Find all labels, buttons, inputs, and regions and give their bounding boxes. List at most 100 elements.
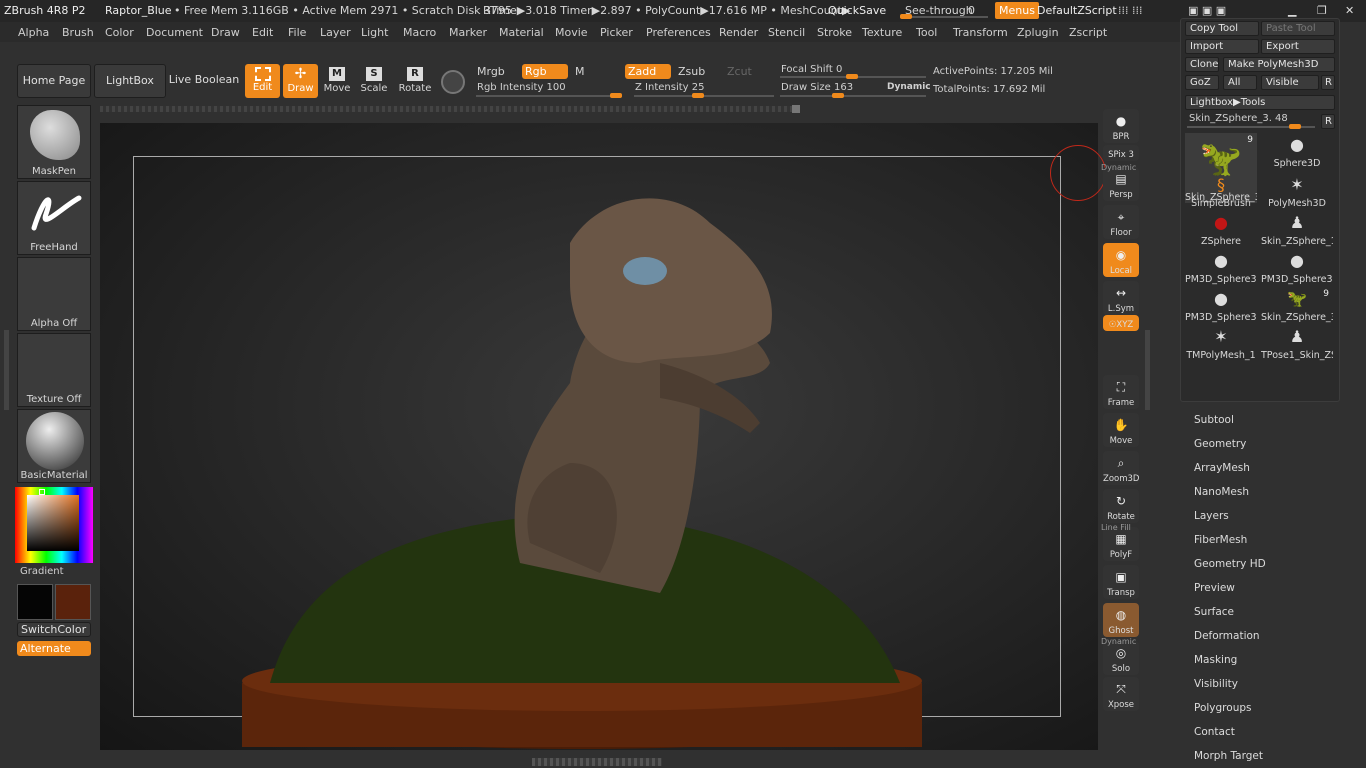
polyf-button[interactable]: ▦ PolyF (1103, 527, 1139, 561)
tool-item[interactable]: ● PM3D_Sphere3l (1185, 287, 1257, 323)
color-cursor[interactable] (39, 489, 45, 495)
tool-r-button[interactable]: R (1321, 114, 1335, 129)
focal-shift-label[interactable]: Focal Shift 0 (781, 64, 842, 75)
left-collapse-handle[interactable] (4, 330, 9, 410)
rotate-mode-button[interactable]: R Rotate (398, 64, 432, 98)
zsub-button[interactable]: Zsub (675, 64, 721, 79)
r-button[interactable]: R (1321, 75, 1335, 90)
frame-button[interactable]: ⛶ Frame (1103, 375, 1139, 409)
menu-render[interactable]: Render (719, 26, 758, 39)
rotate-view-button[interactable]: ↻ Rotate (1103, 489, 1139, 523)
draw-size-label[interactable]: Draw Size 163 (781, 82, 853, 93)
section-deformation[interactable]: Deformation (1194, 630, 1260, 642)
rgb-button[interactable]: Rgb (522, 64, 568, 79)
copy-tool-button[interactable]: Copy Tool (1185, 21, 1259, 36)
move-view-button[interactable]: ✋ Move (1103, 413, 1139, 447)
mrgb-button[interactable]: Mrgb (474, 64, 518, 79)
quicksave-button[interactable]: QuickSave (828, 4, 886, 17)
bpr-button[interactable]: ● BPR (1103, 109, 1139, 143)
zadd-button[interactable]: Zadd (625, 64, 671, 79)
make-polymesh-button[interactable]: Make PolyMesh3D (1223, 57, 1335, 72)
tool-item[interactable]: ● PM3D_Sphere3l (1261, 249, 1333, 285)
sphere-brush-icon[interactable] (441, 70, 465, 94)
linefill-label[interactable]: Line Fill (1101, 523, 1131, 532)
tool-item[interactable]: ✶ PolyMesh3D (1261, 173, 1333, 209)
secondary-color-swatch[interactable] (55, 584, 91, 620)
section-nanomesh[interactable]: NanoMesh (1194, 486, 1249, 498)
menu-texture[interactable]: Texture (862, 26, 902, 39)
all-button[interactable]: All (1223, 75, 1257, 90)
move-mode-button[interactable]: M Move (321, 64, 353, 98)
visible-button[interactable]: Visible (1261, 75, 1319, 90)
xyz-button[interactable]: ☉XYZ (1103, 315, 1139, 331)
section-preview[interactable]: Preview (1194, 582, 1235, 594)
current-tool-label[interactable]: Skin_ZSphere_3. 48 (1189, 113, 1288, 124)
tool-item[interactable]: ● Sphere3D (1261, 133, 1333, 169)
menu-draw[interactable]: Draw (211, 26, 240, 39)
rotation-gizmo[interactable] (1050, 145, 1106, 201)
transp-button[interactable]: ▣ Transp (1103, 565, 1139, 599)
color-square[interactable] (27, 495, 79, 551)
bottom-tray-handle[interactable] (532, 758, 662, 766)
draw-size-slider[interactable] (780, 93, 926, 98)
raptor-model[interactable] (100, 123, 1098, 750)
menu-stroke[interactable]: Stroke (817, 26, 852, 39)
rgb-intensity-slider[interactable] (476, 93, 622, 98)
section-layers[interactable]: Layers (1194, 510, 1229, 522)
focal-shift-slider[interactable] (780, 74, 926, 79)
tool-item[interactable]: ● ZSphere (1185, 211, 1257, 247)
menu-zscript[interactable]: Zscript (1069, 26, 1107, 39)
material-selector[interactable]: BasicMaterial (17, 409, 91, 483)
export-button[interactable]: Export (1261, 39, 1335, 54)
menu-preferences[interactable]: Preferences (646, 26, 711, 39)
section-morph-target[interactable]: Morph Target (1194, 750, 1263, 762)
menu-material[interactable]: Material (499, 26, 544, 39)
menu-transform[interactable]: Transform (953, 26, 1008, 39)
menus-button[interactable]: Menus (995, 2, 1039, 19)
clone-button[interactable]: Clone (1185, 57, 1219, 72)
dynamic-label[interactable]: Dynamic (1101, 163, 1136, 172)
section-visibility[interactable]: Visibility (1194, 678, 1238, 690)
persp-button[interactable]: ▤ Persp (1103, 167, 1139, 201)
lightbox-tools-button[interactable]: Lightbox▶Tools (1185, 95, 1335, 110)
menu-macro[interactable]: Macro (403, 26, 436, 39)
dynamic-toggle[interactable]: Dynamic (887, 82, 931, 92)
primary-color-swatch[interactable] (17, 584, 53, 620)
stroke-selector[interactable]: FreeHand (17, 181, 91, 255)
tool-item[interactable]: § SimpleBrush (1185, 173, 1257, 209)
rgb-intensity-label[interactable]: Rgb Intensity 100 (477, 82, 566, 93)
scale-mode-button[interactable]: S Scale (358, 64, 390, 98)
m-button[interactable]: M (572, 64, 618, 79)
close-icon[interactable]: ✕ (1345, 4, 1354, 17)
tool-slider[interactable] (1187, 124, 1315, 129)
section-subtool[interactable]: Subtool (1194, 414, 1234, 426)
restore-icon[interactable]: ❐ (1317, 4, 1327, 17)
tool-item[interactable]: 🦖 9 Skin_ZSphere_3 (1261, 287, 1333, 323)
switchcolor-button[interactable]: SwitchColor (17, 622, 91, 637)
minimize-icon[interactable]: ▁ (1288, 4, 1296, 17)
goz-button[interactable]: GoZ (1185, 75, 1219, 90)
layout-icon[interactable]: ⁞⁞⁞ ⁞⁞⁞ (1118, 4, 1142, 17)
section-fibermesh[interactable]: FiberMesh (1194, 534, 1247, 546)
solo-button[interactable]: ◎ Solo (1103, 641, 1139, 675)
local-button[interactable]: ◉ Local (1103, 243, 1139, 277)
lightbox-button[interactable]: LightBox (94, 64, 166, 98)
section-polygroups[interactable]: Polygroups (1194, 702, 1251, 714)
tool-item[interactable]: ● PM3D_Sphere3l (1185, 249, 1257, 285)
color-picker[interactable] (15, 487, 93, 563)
menu-tool[interactable]: Tool (916, 26, 937, 39)
section-masking[interactable]: Masking (1194, 654, 1237, 666)
lsym-button[interactable]: ↔ L.Sym (1103, 281, 1139, 315)
edit-mode-button[interactable]: Edit (245, 64, 280, 98)
dynamic2-label[interactable]: Dynamic (1101, 637, 1136, 646)
brush-selector[interactable]: MaskPen (17, 105, 91, 179)
menu-marker[interactable]: Marker (449, 26, 487, 39)
tool-item[interactable]: ♟ TPose1_Skin_ZS (1261, 325, 1333, 361)
menu-stencil[interactable]: Stencil (768, 26, 805, 39)
menu-document[interactable]: Document (146, 26, 203, 39)
menu-layer[interactable]: Layer (320, 26, 351, 39)
z-intensity-label[interactable]: Z Intensity 25 (635, 82, 704, 93)
right-collapse-handle[interactable] (1145, 330, 1150, 410)
spix-button[interactable]: SPix 3 (1103, 145, 1139, 161)
live-boolean-button[interactable]: Live Boolean (168, 64, 240, 98)
